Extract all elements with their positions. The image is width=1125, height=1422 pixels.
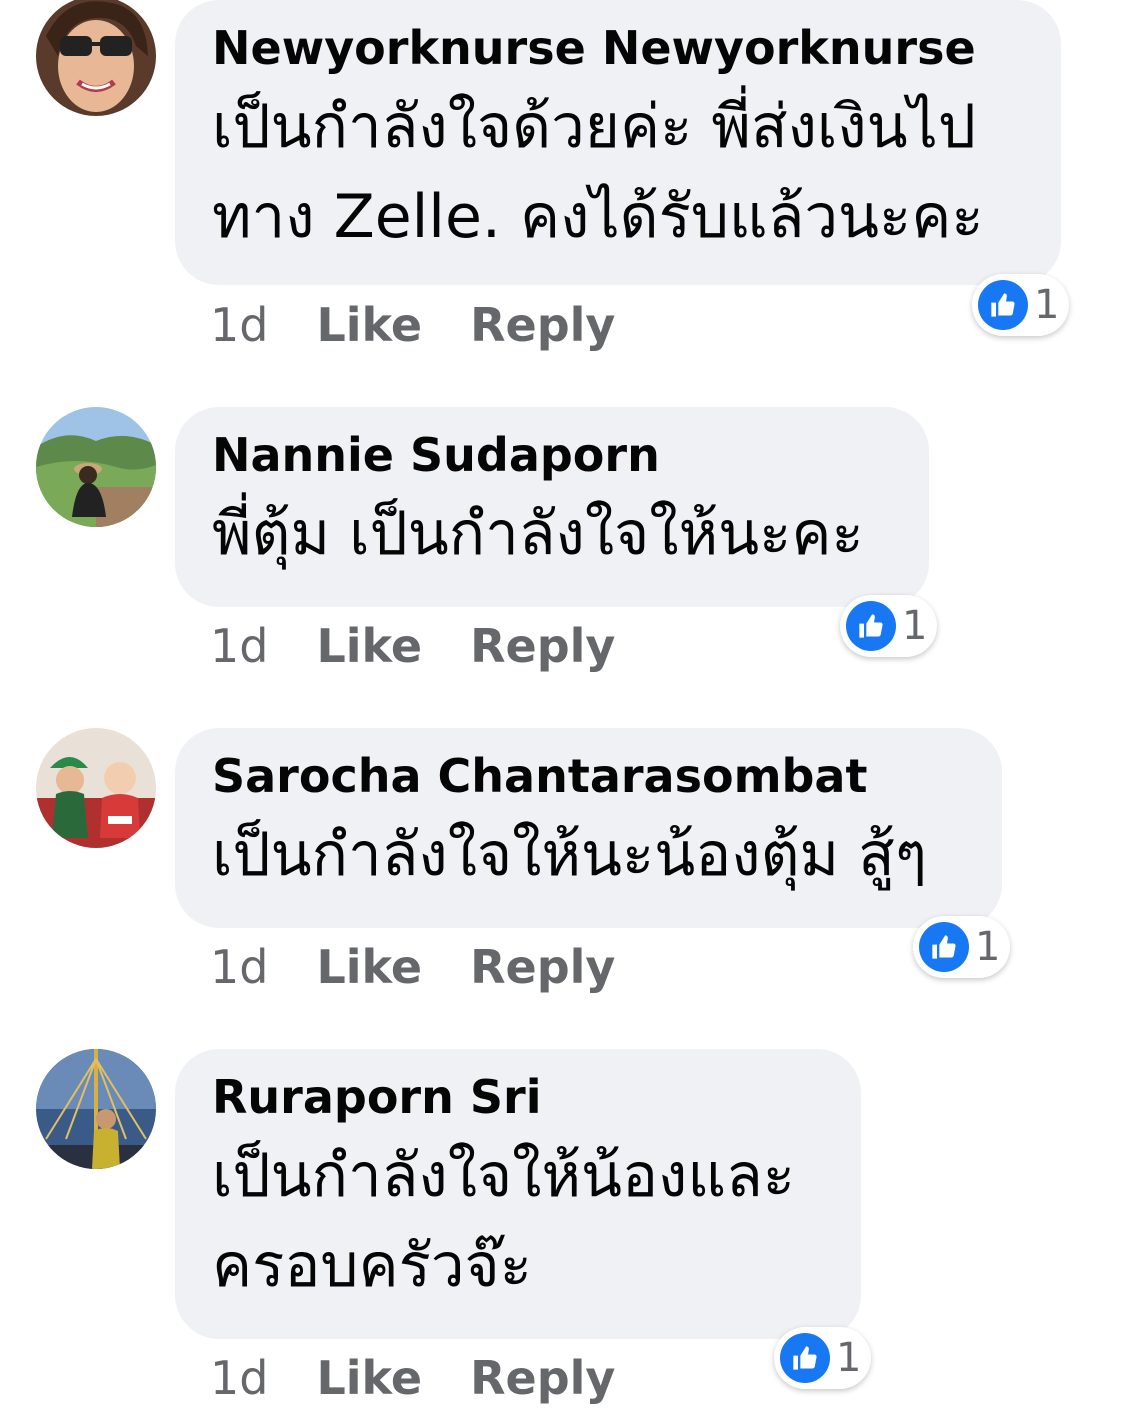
thumbs-up-icon xyxy=(846,601,896,651)
comment-time[interactable]: 1d xyxy=(210,1351,268,1405)
comment-bubble: Newyorknurse Newyorknurse เป็นกำลังใจด้ว… xyxy=(175,0,1061,285)
thumbs-up-icon xyxy=(978,280,1028,330)
reaction-badge[interactable]: 1 xyxy=(840,595,938,657)
reply-button[interactable]: Reply xyxy=(470,940,615,994)
like-button[interactable]: Like xyxy=(316,1351,422,1405)
reply-button[interactable]: Reply xyxy=(470,298,615,352)
comment-actions: 1d Like Reply xyxy=(210,940,615,994)
reaction-count: 1 xyxy=(1034,282,1060,328)
comment-actions: 1d Like Reply xyxy=(210,1351,615,1405)
comment-text: เป็นกำลังใจให้นะน้องตุ้ม สู้ๆ xyxy=(212,820,928,890)
comment-author[interactable]: Ruraporn Sri xyxy=(212,1067,825,1127)
avatar[interactable] xyxy=(36,0,156,116)
comment-time[interactable]: 1d xyxy=(210,298,268,352)
comment-actions: 1d Like Reply xyxy=(210,298,615,352)
comment-text: เป็นกำลังใจด้วยค่ะ พี่ส่งเงินไป ทาง Zell… xyxy=(212,92,984,252)
reaction-count: 1 xyxy=(836,1335,862,1381)
like-button[interactable]: Like xyxy=(316,619,422,673)
thumbs-up-icon xyxy=(780,1333,830,1383)
comment-text: พี่ตุ้ม เป็นกำลังใจให้นะคะ xyxy=(212,499,864,569)
reaction-badge[interactable]: 1 xyxy=(774,1327,872,1389)
reaction-badge[interactable]: 1 xyxy=(913,916,1011,978)
avatar[interactable] xyxy=(36,1049,156,1169)
reaction-badge[interactable]: 1 xyxy=(972,274,1070,336)
comment-actions: 1d Like Reply xyxy=(210,619,615,673)
comment-text: เป็นกำลังใจให้น้องและ ครอบครัวจ๊ะ xyxy=(212,1141,796,1301)
reaction-count: 1 xyxy=(975,924,1001,970)
like-button[interactable]: Like xyxy=(316,940,422,994)
reaction-count: 1 xyxy=(902,603,928,649)
reply-button[interactable]: Reply xyxy=(470,1351,615,1405)
reply-button[interactable]: Reply xyxy=(470,619,615,673)
comment-bubble: Nannie Sudaporn พี่ตุ้ม เป็นกำลังใจให้นะ… xyxy=(175,407,929,607)
comment-author[interactable]: Newyorknurse Newyorknurse xyxy=(212,18,1025,78)
avatar[interactable] xyxy=(36,728,156,848)
comment-time[interactable]: 1d xyxy=(210,940,268,994)
like-button[interactable]: Like xyxy=(316,298,422,352)
comment-author[interactable]: Sarocha Chantarasombat xyxy=(212,746,966,806)
comment-time[interactable]: 1d xyxy=(210,619,268,673)
thumbs-up-icon xyxy=(919,922,969,972)
comment-bubble: Sarocha Chantarasombat เป็นกำลังใจให้นะน… xyxy=(175,728,1002,928)
comment-bubble: Ruraporn Sri เป็นกำลังใจให้น้องและ ครอบค… xyxy=(175,1049,861,1339)
comment-author[interactable]: Nannie Sudaporn xyxy=(212,425,893,485)
avatar[interactable] xyxy=(36,407,156,527)
